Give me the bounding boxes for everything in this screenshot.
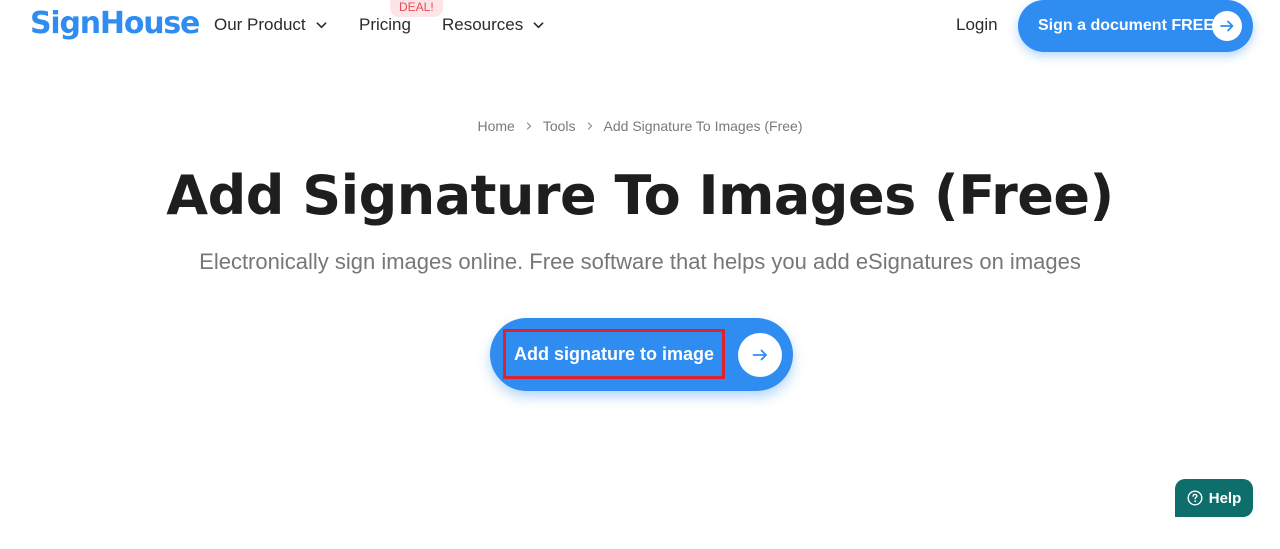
arrow-right-icon[interactable] — [738, 333, 782, 377]
arrow-right-icon — [1212, 11, 1242, 41]
breadcrumb: Home Tools Add Signature To Images (Free… — [0, 118, 1280, 134]
chevron-right-icon — [587, 122, 592, 130]
help-label: Help — [1208, 489, 1242, 507]
nav-pricing[interactable]: Pricing — [359, 14, 411, 36]
login-link[interactable]: Login — [956, 14, 998, 36]
nav-resources[interactable]: Resources — [442, 14, 544, 36]
sign-document-free-button[interactable]: Sign a document FREE — [1018, 0, 1253, 52]
signhouse-logo[interactable]: SignHouse — [30, 4, 200, 44]
add-signature-to-image-label: Add signature to image — [503, 329, 725, 379]
question-circle-icon — [1187, 490, 1203, 506]
chevron-down-icon — [316, 21, 327, 28]
breadcrumb-home[interactable]: Home — [478, 118, 515, 134]
nav-our-product-label: Our Product — [214, 15, 306, 34]
top-navigation: SignHouse Our Product DEAL! Pricing Reso… — [0, 0, 1280, 52]
nav-our-product[interactable]: Our Product — [214, 14, 327, 36]
chevron-down-icon — [533, 21, 544, 28]
help-button[interactable]: Help — [1175, 479, 1253, 517]
breadcrumb-tools[interactable]: Tools — [543, 118, 576, 134]
nav-resources-label: Resources — [442, 15, 524, 34]
breadcrumb-current-page: Add Signature To Images (Free) — [603, 118, 803, 134]
nav-pricing-label: Pricing — [359, 15, 411, 34]
page-subtitle: Electronically sign images online. Free … — [199, 249, 1081, 274]
chevron-right-icon — [526, 122, 531, 130]
page-title: Add Signature To Images (Free) — [166, 164, 1114, 227]
sign-document-free-label: Sign a document FREE — [1038, 17, 1215, 34]
